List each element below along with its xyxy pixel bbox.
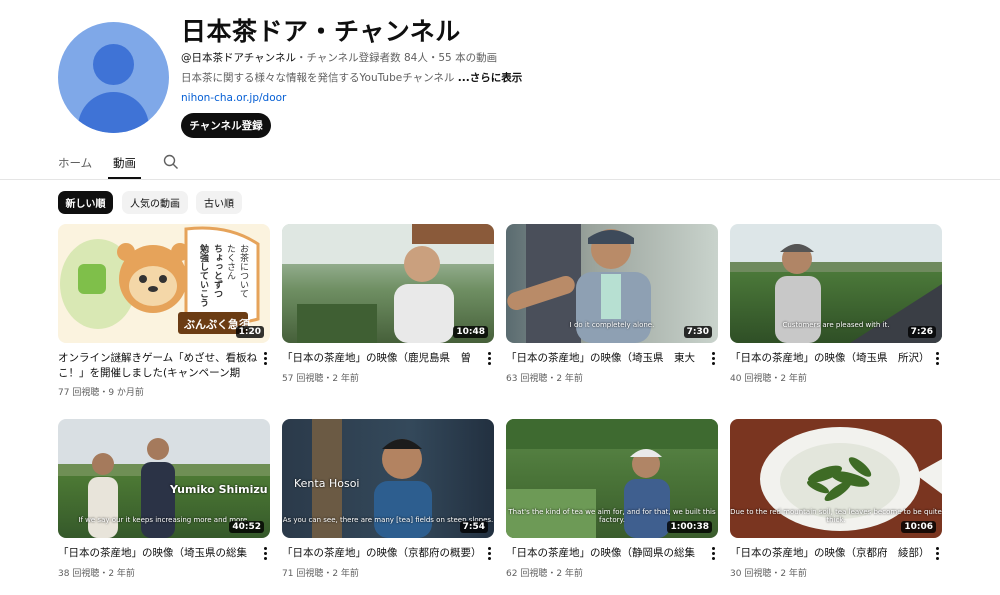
more-options-icon[interactable] (934, 352, 940, 366)
chip-newest[interactable]: 新しい順 (58, 191, 113, 214)
channel-stats: ・チャンネル登録者数 84人・55 本の動画 (295, 52, 498, 64)
video-meta: 57 回視聴・2 年前 (282, 374, 359, 384)
video-duration: 1:20 (235, 326, 264, 338)
chip-oldest[interactable]: 古い順 (196, 191, 242, 214)
search-icon[interactable] (163, 154, 179, 170)
show-more-link[interactable]: ...さらに表示 (458, 72, 522, 84)
video-title[interactable]: 「日本の茶産地」の映像（京都府の概要） (282, 546, 482, 561)
video-thumbnail[interactable]: Kenta Hosoi As you can see, there are ma… (282, 419, 494, 538)
video-card[interactable]: I do it completely alone. 7:30 「日本の茶産地」の… (506, 224, 720, 399)
svg-text:ちょっとずつ: ちょっとずつ (212, 244, 223, 298)
channel-avatar[interactable] (58, 22, 169, 133)
more-options-icon[interactable] (262, 547, 268, 561)
video-card[interactable]: Due to the red mountain soil, tea leaves… (730, 419, 944, 594)
description-text: 日本茶に関する様々な情報を発信するYouTubeチャンネル (181, 72, 455, 84)
channel-handle: @日本茶ドアチャンネル (181, 52, 296, 64)
video-title[interactable]: 「日本の茶産地」の映像（静岡県の総集編） (506, 546, 706, 561)
video-title[interactable]: 「日本の茶産地」の映像（埼玉県 東大和） (506, 351, 706, 366)
video-thumbnail[interactable]: Yumiko Shimizu If we say our it keeps in… (58, 419, 270, 538)
video-thumbnail[interactable]: 10:48 (282, 224, 494, 343)
video-duration: 10:48 (453, 326, 488, 338)
default-avatar-icon (93, 44, 134, 85)
channel-link[interactable]: nihon-cha.or.jp/door (181, 92, 286, 104)
active-tab-indicator (108, 177, 141, 179)
video-title[interactable]: 「日本の茶産地」の映像（京都府 綾部） (730, 546, 930, 561)
more-options-icon[interactable] (262, 352, 268, 366)
more-options-icon[interactable] (486, 352, 492, 366)
video-name-overlay: Yumiko Shimizu (170, 483, 268, 496)
svg-text:勉強していこう: 勉強していこう (198, 243, 210, 307)
channel-meta: @日本茶ドアチャンネル・チャンネル登録者数 84人・55 本の動画 (181, 50, 497, 65)
video-card[interactable]: Customers are pleased with it. 7:26 「日本の… (730, 224, 944, 399)
video-name-overlay: Kenta Hosoi (294, 477, 360, 490)
more-options-icon[interactable] (710, 547, 716, 561)
svg-text:たくさん: たくさん (225, 244, 236, 280)
more-options-icon[interactable] (486, 547, 492, 561)
video-meta: 71 回視聴・2 年前 (282, 569, 359, 579)
video-thumbnail[interactable]: That's the kind of tea we aim for, and f… (506, 419, 718, 538)
video-duration: 7:54 (459, 521, 488, 533)
video-title[interactable]: 「日本の茶産地」の映像（鹿児島県 曽於） (282, 351, 482, 366)
tab-home[interactable]: ホーム (58, 155, 92, 171)
video-title[interactable]: 「日本の茶産地」の映像（埼玉県 所沢） (730, 351, 930, 366)
default-avatar-body (78, 92, 149, 133)
chip-popular[interactable]: 人気の動画 (122, 191, 188, 214)
video-card[interactable]: 10:48 「日本の茶産地」の映像（鹿児島県 曽於） 57 回視聴・2 年前 (282, 224, 496, 399)
video-meta: 63 回視聴・2 年前 (506, 374, 583, 384)
video-thumbnail[interactable]: Due to the red mountain soil, tea leaves… (730, 419, 942, 538)
channel-tabs: ホーム 動画 (0, 150, 1000, 180)
video-card[interactable]: お茶について たくさん ちょっとずつ 勉強していこう ぶんぷく急須 1:20 オ… (58, 224, 272, 399)
channel-title: 日本茶ドア・チャンネル (181, 17, 461, 46)
video-title[interactable]: 「日本の茶産地」の映像（埼玉県の総集編） (58, 546, 258, 561)
video-thumbnail[interactable]: お茶について たくさん ちょっとずつ 勉強していこう ぶんぷく急須 1:20 (58, 224, 270, 343)
video-duration: 40:52 (229, 521, 264, 533)
video-meta: 38 回視聴・2 年前 (58, 569, 135, 579)
video-meta: 30 回視聴・2 年前 (730, 569, 807, 579)
video-duration: 10:06 (901, 521, 936, 533)
video-meta: 62 回視聴・2 年前 (506, 569, 583, 579)
svg-text:お茶について: お茶について (238, 244, 249, 298)
subscribe-button[interactable]: チャンネル登録 (181, 113, 271, 138)
video-duration: 7:26 (907, 326, 936, 338)
video-thumbnail[interactable]: Customers are pleased with it. 7:26 (730, 224, 942, 343)
video-card[interactable]: Yumiko Shimizu If we say our it keeps in… (58, 419, 272, 594)
video-duration: 1:00:38 (667, 521, 712, 533)
video-card[interactable]: That's the kind of tea we aim for, and f… (506, 419, 720, 594)
video-thumbnail[interactable]: I do it completely alone. 7:30 (506, 224, 718, 343)
video-card[interactable]: Kenta Hosoi As you can see, there are ma… (282, 419, 496, 594)
more-options-icon[interactable] (710, 352, 716, 366)
channel-description[interactable]: 日本茶に関する様々な情報を発信するYouTubeチャンネル ...さらに表示 (181, 70, 522, 85)
tab-videos[interactable]: 動画 (113, 155, 136, 171)
video-duration: 7:30 (683, 326, 712, 338)
video-title[interactable]: オンライン謎解きゲーム「めざせ、看板ねこ！」を開催しました(キャンペーン期間..… (58, 351, 258, 381)
more-options-icon[interactable] (934, 547, 940, 561)
video-meta: 40 回視聴・2 年前 (730, 374, 807, 384)
video-meta: 77 回視聴・9 か月前 (58, 388, 144, 398)
